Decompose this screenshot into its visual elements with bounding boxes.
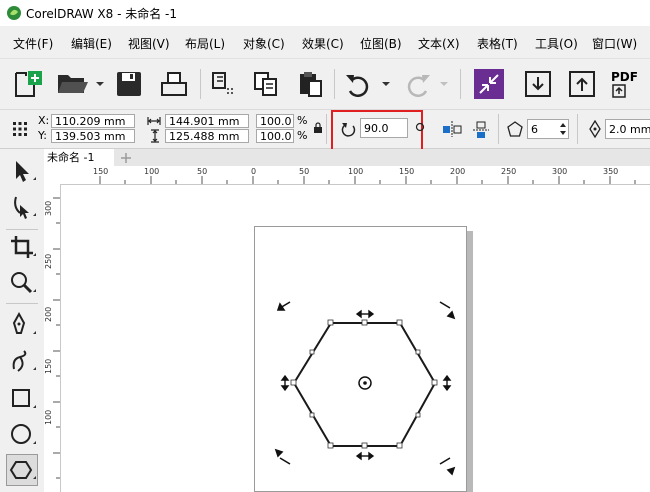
mirror-horizontal-icon[interactable]: [441, 120, 463, 138]
outline-width-input[interactable]: 2.0 mm: [605, 119, 650, 139]
width-input[interactable]: 144.901 mm: [165, 114, 249, 128]
scale-height-percent: %: [297, 129, 308, 142]
ruler-tick: 150: [399, 167, 415, 176]
property-bar: X: 110.209 mm Y: 139.503 mm 144.901 mm 1…: [0, 110, 650, 154]
artistic-media-tool-icon[interactable]: [8, 347, 36, 375]
corel-connect-icon[interactable]: [474, 69, 504, 99]
new-document-icon[interactable]: [12, 69, 44, 99]
horizontal-ruler[interactable]: 150 100 50 0 50 100 150 200 250 300 350: [44, 166, 650, 185]
standard-toolbar: PDF: [0, 59, 650, 110]
vertical-ruler-ticks: [53, 197, 60, 479]
object-origin-icon[interactable]: [12, 121, 28, 137]
property-separator: [577, 114, 578, 144]
ruler-tick: 100: [348, 167, 364, 176]
import-arrow-icon[interactable]: [524, 70, 552, 98]
selected-hexagon[interactable]: [254, 290, 467, 480]
y-position-label: Y:: [38, 129, 47, 142]
scale-height-input[interactable]: 100.0: [256, 129, 294, 143]
document-tab[interactable]: 未命名 -1: [44, 149, 114, 166]
ruler-tick: 350: [603, 167, 619, 176]
ruler-tick: 100: [144, 167, 160, 176]
rotation-angle-icon: [341, 123, 356, 137]
polygon-sides-icon: [507, 121, 523, 137]
save-icon[interactable]: [116, 71, 142, 97]
menu-view[interactable]: 视图(V): [128, 35, 170, 52]
toolbox: [0, 149, 45, 492]
rectangle-tool-icon[interactable]: [8, 385, 36, 413]
menu-file[interactable]: 文件(F): [13, 35, 53, 52]
scale-width-percent: %: [297, 114, 308, 127]
window-title: CorelDRAW X8 - 未命名 -1: [26, 7, 178, 21]
print-icon[interactable]: [160, 71, 188, 97]
menu-bitmaps[interactable]: 位图(B): [360, 35, 402, 52]
menu-text[interactable]: 文本(X): [418, 35, 460, 52]
ruler-tick: 50: [197, 167, 208, 176]
toolbar-separator: [200, 69, 201, 99]
export-arrow-icon[interactable]: [568, 70, 596, 98]
ruler-tick: 150: [93, 167, 109, 176]
menu-effects[interactable]: 效果(C): [302, 35, 344, 52]
lock-ratio-icon[interactable]: [313, 122, 323, 134]
zoom-tool-icon[interactable]: [8, 269, 36, 297]
pdf-export-icon[interactable]: [612, 84, 626, 98]
toolbox-separator: [6, 229, 38, 230]
publish-pdf-label[interactable]: PDF: [611, 70, 638, 84]
mirror-vertical-icon[interactable]: [472, 120, 490, 140]
menu-table[interactable]: 表格(T): [477, 35, 518, 52]
import-icon[interactable]: [210, 70, 238, 98]
width-icon: [147, 117, 161, 125]
menu-object[interactable]: 对象(C): [243, 35, 285, 52]
property-separator: [498, 114, 499, 144]
ruler-tick: 150: [44, 358, 53, 374]
x-position-label: X:: [38, 114, 50, 127]
ruler-tick: 250: [44, 253, 53, 269]
x-position-input[interactable]: 110.209 mm: [51, 114, 135, 128]
ruler-tick: 200: [44, 306, 53, 322]
freehand-tool-icon[interactable]: [8, 311, 36, 339]
add-tab-icon[interactable]: [119, 151, 133, 165]
menu-edit[interactable]: 编辑(E): [71, 35, 112, 52]
copy-icon[interactable]: [252, 70, 280, 98]
spinner-arrows-icon[interactable]: [558, 120, 568, 138]
height-input[interactable]: 125.488 mm: [165, 129, 249, 143]
property-separator: [326, 114, 327, 144]
open-folder-icon[interactable]: [56, 71, 104, 97]
shape-tool-icon[interactable]: [8, 193, 36, 221]
toolbox-separator: [6, 303, 38, 304]
title-bar: CorelDRAW X8 - 未命名 -1: [0, 0, 650, 26]
menu-bar: 文件(F) 编辑(E) 视图(V) 布局(L) 对象(C) 效果(C) 位图(B…: [0, 26, 650, 59]
outline-pen-icon: [589, 120, 601, 138]
vertical-ruler[interactable]: 300 250 200 150 100: [44, 184, 61, 492]
ruler-tick: 300: [44, 200, 53, 216]
ruler-tick: 50: [299, 167, 310, 176]
paste-icon[interactable]: [296, 70, 324, 98]
ellipse-tool-icon[interactable]: [8, 421, 36, 449]
menu-window[interactable]: 窗口(W): [592, 35, 637, 52]
toolbar-separator: [334, 69, 335, 99]
menu-tools[interactable]: 工具(O): [535, 35, 578, 52]
document-tab-bar: 未命名 -1: [44, 149, 650, 166]
toolbar-separator: [460, 69, 461, 99]
y-position-input[interactable]: 139.503 mm: [51, 129, 135, 143]
crop-tool-icon[interactable]: [8, 233, 36, 261]
scale-width-input[interactable]: 100.0: [256, 114, 294, 128]
coreldraw-logo-icon: [7, 6, 21, 20]
ruler-tick: 0: [251, 167, 257, 176]
ruler-tick: 250: [501, 167, 517, 176]
ruler-tick: 200: [450, 167, 466, 176]
rotation-center-icon[interactable]: [415, 122, 425, 132]
ruler-tick: 300: [552, 167, 568, 176]
ruler-tick: 100: [44, 409, 53, 425]
menu-layout[interactable]: 布局(L): [185, 35, 225, 52]
height-icon: [151, 129, 159, 143]
rotation-angle-input[interactable]: 90.0: [360, 118, 408, 138]
pick-tool-icon[interactable]: [8, 157, 36, 185]
undo-icon[interactable]: [344, 71, 392, 97]
redo-icon[interactable]: [402, 71, 450, 97]
page-shadow: [467, 231, 473, 492]
polygon-tool-icon[interactable]: [8, 456, 36, 484]
